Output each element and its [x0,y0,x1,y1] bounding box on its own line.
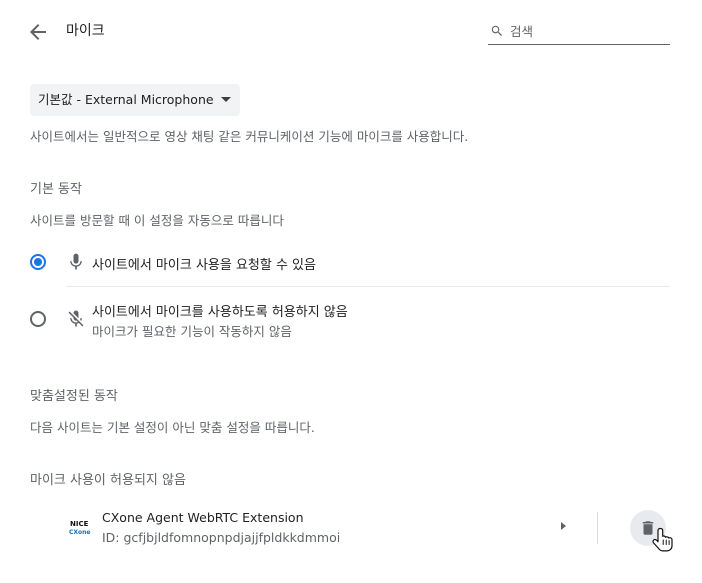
blocked-list-heading: 마이크 사용이 허용되지 않음 [30,473,186,488]
site-name: CXone Agent WebRTC Extension [102,510,304,525]
row-separator [597,512,598,544]
option-allow-ask-label: 사이트에서 마이크 사용을 요청할 수 있음 [92,258,316,273]
radio-allow-ask[interactable] [30,254,46,270]
option-block-label: 사이트에서 마이크를 사용하도록 허용하지 않음 [92,305,348,320]
arrow-back-icon [30,24,46,40]
custom-behavior-description: 다음 사이트는 기본 설정이 아닌 맞춤 설정을 따릅니다. [30,420,315,435]
search-input[interactable] [510,21,668,41]
back-button[interactable] [26,20,50,44]
intro-description: 사이트에서는 일반적으로 영상 채팅 같은 커뮤니케이션 기능에 마이크를 사용… [30,129,469,144]
search-box[interactable] [488,20,670,45]
hand-pointer-cursor-icon [652,526,676,556]
svg-text:NICE: NICE [70,520,89,528]
default-behavior-heading: 기본 동작 [30,182,82,197]
svg-text:CXone: CXone [69,529,91,536]
default-behavior-description: 사이트를 방문할 때 이 설정을 자동으로 따릅니다 [30,213,284,228]
site-logo: NICE CXone [66,517,92,539]
microphone-device-select[interactable]: 기본값 - External Microphone [30,84,240,116]
site-id: ID: gcfjbjldfomnopnpdjajjfpldkkdmmoi [102,530,341,545]
radio-block[interactable] [30,311,46,327]
blocked-site-row[interactable] [30,500,670,556]
device-select-value: 기본값 - External Microphone [38,92,214,107]
dropdown-caret-icon [220,97,231,102]
page-title: 마이크 [66,23,105,39]
mic-off-icon [66,309,86,329]
chevron-right-icon[interactable] [561,522,566,530]
options-divider [66,286,670,287]
search-icon [491,25,502,36]
mic-icon [66,252,86,272]
custom-behavior-heading: 맞춤설정된 동작 [30,389,118,404]
option-block-sublabel: 마이크가 필요한 기능이 작동하지 않음 [92,324,292,339]
